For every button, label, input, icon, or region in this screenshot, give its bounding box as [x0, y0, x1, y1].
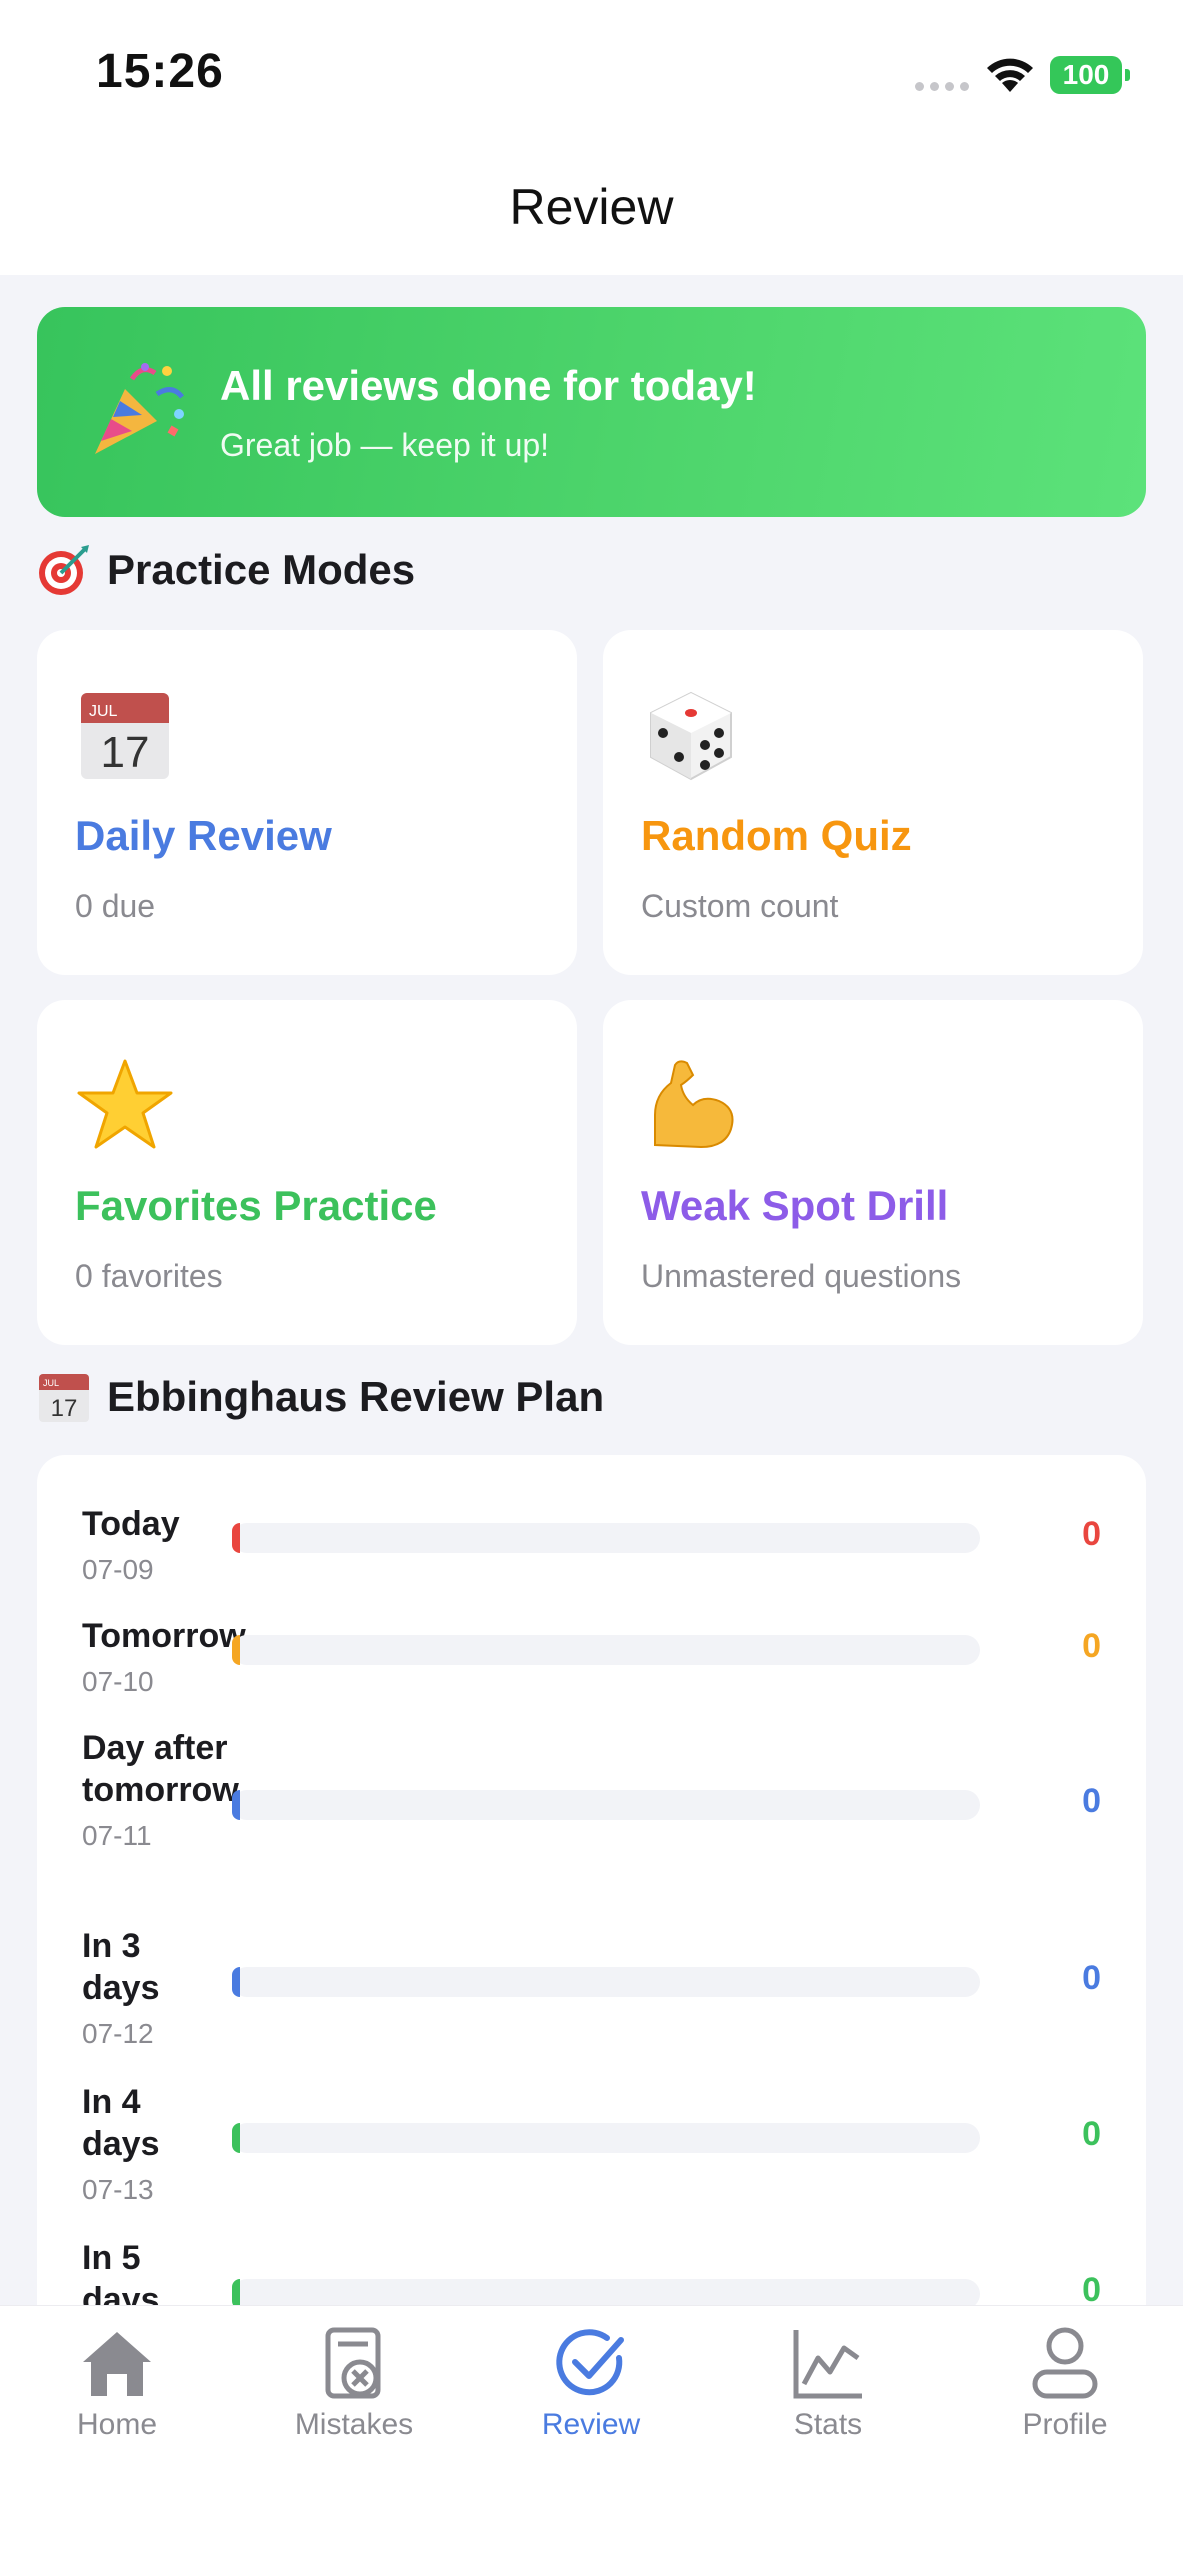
- banner-title: All reviews done for today!: [220, 362, 757, 409]
- mistakes-icon: [325, 2327, 381, 2399]
- plan-row-label: In 3 days 07-12: [82, 1925, 222, 2055]
- cellular-signal-icon: [915, 82, 969, 91]
- chart-icon: [793, 2330, 862, 2399]
- tab-review[interactable]: Review: [501, 2324, 681, 2442]
- home-icon: [83, 2332, 151, 2396]
- card-subtitle: Custom count: [641, 888, 839, 924]
- plan-progress-fill: [232, 2123, 240, 2153]
- plan-row-label: Tomorrow 07-10: [82, 1615, 252, 1703]
- tab-home[interactable]: Home: [27, 2324, 207, 2442]
- plan-progress-fill: [232, 2279, 240, 2305]
- plan-row-label: In 4 days 07-13: [82, 2081, 222, 2211]
- section-title: Practice Modes: [107, 546, 416, 593]
- plan-count: 0: [1082, 1959, 1101, 1997]
- card-title: Random Quiz: [641, 812, 912, 859]
- plan-day: Today: [82, 1505, 180, 1543]
- card-title: Daily Review: [75, 812, 332, 859]
- card-subtitle: Unmastered questions: [641, 1258, 962, 1294]
- calendar-month: JUL: [43, 1378, 59, 1388]
- status-bar: 15:26 100: [0, 0, 1183, 150]
- review-content[interactable]: All reviews done for today! Great job — …: [0, 275, 1183, 2305]
- plan-progress-fill: [232, 1790, 240, 1820]
- plan-progress-track: [232, 1635, 980, 1665]
- plan-date: 07-11: [82, 1820, 152, 1851]
- card-subtitle: 0 favorites: [75, 1258, 223, 1294]
- card-title: Weak Spot Drill: [641, 1182, 949, 1229]
- review-plan-card: Today 07-09 0 Tomorrow 07-10 0 Day after…: [37, 1455, 1146, 2305]
- plan-date: 07-13: [82, 2174, 154, 2205]
- plan-day: In 5 days: [82, 2239, 160, 2305]
- weak-spot-drill-card[interactable]: Weak Spot Drill Unmastered questions: [603, 1000, 1143, 1345]
- plan-count: 0: [1082, 2271, 1101, 2305]
- plan-row-label: Today 07-09: [82, 1503, 252, 1591]
- svg-text:17: 17: [101, 728, 150, 777]
- plan-date: 07-09: [82, 1554, 154, 1585]
- plan-day: Tomorrow: [82, 1617, 246, 1655]
- plan-count: 0: [1082, 1782, 1101, 1820]
- card-subtitle: 0 due: [75, 888, 156, 924]
- plan-count: 0: [1082, 1627, 1101, 1665]
- banner-subtitle: Great job — keep it up!: [220, 427, 550, 463]
- tab-mistakes[interactable]: Mistakes: [264, 2324, 444, 2442]
- tab-stats[interactable]: Stats: [738, 2324, 918, 2442]
- section-title: Ebbinghaus Review Plan: [107, 1373, 605, 1420]
- random-quiz-card[interactable]: Random Quiz Custom count: [603, 630, 1143, 975]
- svg-text:JUL: JUL: [89, 703, 118, 720]
- app-screen: 15:26 100 Review All reviews done for to…: [0, 0, 1183, 2560]
- plan-date: 07-12: [82, 2018, 154, 2049]
- flexed-biceps-icon: [654, 1060, 734, 1149]
- review-plan-heading: JUL 17 Ebbinghaus Review Plan: [37, 1370, 604, 1424]
- checkmark-circle-icon: [556, 2329, 624, 2396]
- plan-day: In 3 days: [82, 1927, 160, 2007]
- plan-progress-track: [232, 1790, 980, 1820]
- plan-progress-fill: [232, 1635, 240, 1665]
- plan-day: Day after tomorrow: [82, 1729, 239, 1809]
- calendar-icon: JUL 17: [39, 1374, 89, 1422]
- calendar-day: 17: [51, 1395, 78, 1422]
- plan-date: 07-10: [82, 1666, 154, 1697]
- plan-row-label: Day after tomorrow 07-11: [82, 1727, 252, 1857]
- card-title: Favorites Practice: [75, 1182, 437, 1229]
- calendar-icon: JUL 17: [81, 693, 169, 779]
- plan-progress-track: [232, 2279, 980, 2305]
- party-popper-icon: [95, 363, 184, 454]
- plan-progress-track: [232, 2123, 980, 2153]
- plan-count: 0: [1082, 1515, 1101, 1553]
- favorites-practice-card[interactable]: Favorites Practice 0 favorites: [37, 1000, 577, 1345]
- tab-bar: Home Mistakes Review Stats Profile: [0, 2305, 1183, 2560]
- plan-progress-track: [232, 1523, 980, 1553]
- status-time: 15:26: [96, 45, 224, 98]
- plan-progress-fill: [232, 1523, 240, 1553]
- wifi-icon: [987, 58, 1033, 92]
- plan-count: 0: [1082, 2115, 1101, 2153]
- tab-profile[interactable]: Profile: [975, 2324, 1155, 2442]
- dart-target-icon: [39, 545, 89, 595]
- page-title: Review: [509, 179, 674, 235]
- tab-label: Stats: [793, 2408, 863, 2441]
- star-icon: [77, 1059, 173, 1149]
- tab-label: Home: [76, 2408, 158, 2441]
- completion-banner: All reviews done for today! Great job — …: [37, 307, 1146, 517]
- battery-level: 100: [1062, 59, 1110, 90]
- tab-label: Review: [541, 2408, 641, 2441]
- practice-modes-heading: Practice Modes: [37, 543, 415, 597]
- battery-indicator: 100: [1050, 56, 1130, 94]
- tab-label: Mistakes: [294, 2408, 414, 2441]
- plan-progress-fill: [232, 1967, 240, 1997]
- tab-label: Profile: [1022, 2408, 1108, 2441]
- daily-review-card[interactable]: JUL 17 Daily Review 0 due: [37, 630, 577, 975]
- plan-progress-track: [232, 1967, 980, 1997]
- plan-row-label: In 5 days: [82, 2237, 222, 2305]
- plan-day: In 4 days: [82, 2083, 160, 2163]
- nav-bar: Review: [0, 150, 1183, 275]
- dice-icon: [650, 691, 732, 781]
- person-icon: [1032, 2327, 1098, 2399]
